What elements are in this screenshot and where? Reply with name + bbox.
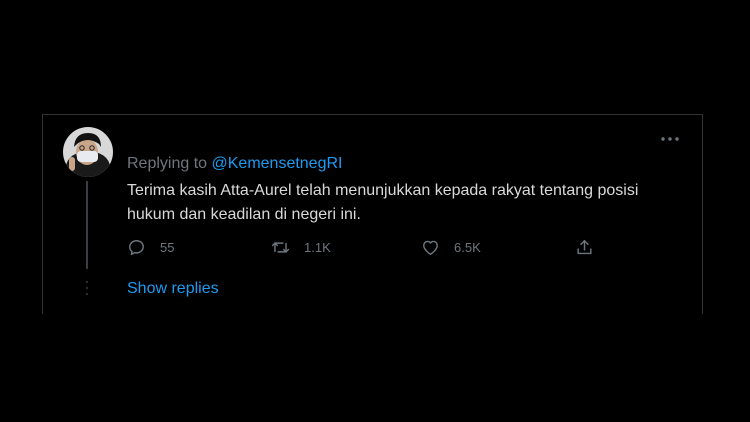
replying-prefix: Replying to xyxy=(127,155,212,172)
avatar-image xyxy=(63,127,113,177)
screen: Replying to @KemensetnegRI Terima kasih … xyxy=(0,0,750,422)
heart-icon xyxy=(423,240,438,255)
reply-count: 55 xyxy=(160,239,175,255)
replying-handle-link[interactable]: @KemensetnegRI xyxy=(212,155,343,172)
like-button[interactable]: 6.5K xyxy=(421,235,481,259)
retweet-button[interactable]: 1.1K xyxy=(271,235,331,259)
retweet-icon xyxy=(271,241,290,253)
share-button[interactable] xyxy=(575,235,594,259)
reply-button[interactable]: 55 xyxy=(127,235,174,259)
tweet-actions: 55 1.1K 6.5K xyxy=(127,235,607,259)
share-icon xyxy=(577,239,592,254)
avatar[interactable] xyxy=(63,127,113,177)
replying-to: Replying to @KemensetnegRI xyxy=(127,155,342,173)
thread-dots xyxy=(85,281,89,301)
tweet-text: Terima kasih Atta-Aurel telah menunjukka… xyxy=(127,182,639,223)
thread-line xyxy=(86,181,88,269)
more-horizontal-icon[interactable] xyxy=(658,131,682,147)
like-count: 6.5K xyxy=(454,239,481,255)
reply-icon xyxy=(129,239,144,255)
show-replies-link[interactable]: Show replies xyxy=(127,280,219,298)
tweet-card[interactable]: Replying to @KemensetnegRI Terima kasih … xyxy=(42,114,703,314)
retweet-count: 1.1K xyxy=(304,239,331,255)
